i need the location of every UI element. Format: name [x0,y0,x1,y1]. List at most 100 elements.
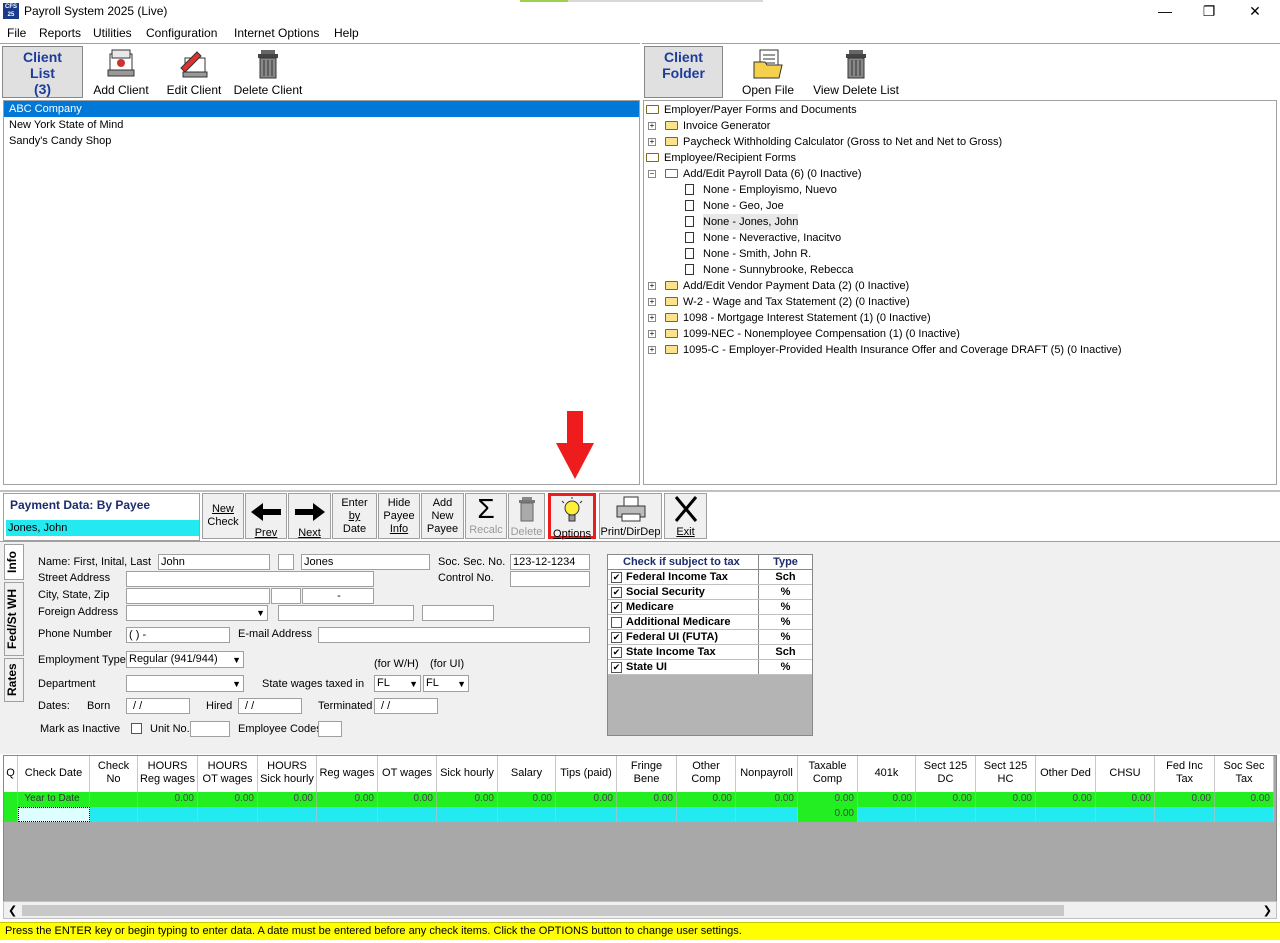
grid-column-header[interactable]: Salary [498,756,556,792]
minimize-button[interactable]: — [1142,0,1188,22]
new-row-cell[interactable] [858,807,916,822]
tree-item[interactable]: + W-2 - Wage and Tax Statement (2) (0 Ina… [644,294,1276,310]
expand-toggle-icon[interactable]: + [648,282,656,290]
new-row-cell[interactable] [736,807,798,822]
new-row-cell[interactable] [916,807,976,822]
tree-item[interactable]: + Paycheck Withholding Calculator (Gross … [644,134,1276,150]
hide-payee-info-button[interactable]: Hide Payee Info [378,493,420,539]
new-row-cell[interactable] [198,807,258,822]
tax-type[interactable]: % [758,615,812,629]
grid-column-header[interactable]: HOURS OT wages [198,756,258,792]
grid-column-header[interactable]: Nonpayroll [736,756,798,792]
new-row-cell[interactable] [1096,807,1155,822]
new-row-cell[interactable] [378,807,437,822]
new-row-cell[interactable] [1036,807,1096,822]
tab-rates[interactable]: Rates [4,658,24,702]
grid-column-header[interactable]: Tips (paid) [556,756,617,792]
tree-item[interactable]: Employer/Payer Forms and Documents [644,102,1276,118]
control-field[interactable] [510,571,590,587]
grid-column-header[interactable]: Other Comp [677,756,736,792]
delete-client-button[interactable]: Delete Client [231,48,305,98]
expand-toggle-icon[interactable]: + [648,346,656,354]
tax-checkbox[interactable]: ✔ [611,586,622,598]
menu-utilities[interactable]: Utilities [93,26,132,40]
new-row-cell[interactable] [4,807,18,822]
new-row-cell[interactable] [90,807,138,822]
grid-column-header[interactable]: Fringe Bene [617,756,677,792]
tax-checkbox[interactable] [611,616,622,628]
splitter[interactable] [0,490,1280,492]
expand-toggle-icon[interactable]: − [648,170,656,178]
tax-type[interactable]: % [758,660,812,674]
expand-toggle-icon[interactable]: + [648,138,656,146]
tree-item[interactable]: + Add/Edit Vendor Payment Data (2) (0 Ina… [644,278,1276,294]
prev-button[interactable]: Prev [245,493,287,539]
tree-item[interactable]: +1099-NEC - Nonemployee Compensation (1)… [644,326,1276,342]
tax-checkbox[interactable]: ✔ [611,661,622,673]
tax-type[interactable]: % [758,630,812,644]
print-dirdep-button[interactable]: Print/DirDep [599,493,662,539]
tree-item[interactable]: None - Employismo, Nuevo [644,182,1276,198]
tree-item[interactable]: + Invoice Generator [644,118,1276,134]
grid-column-header[interactable]: OT wages [378,756,437,792]
grid-column-header[interactable]: HOURS Reg wages [138,756,198,792]
grid-column-header[interactable]: 401k [858,756,916,792]
unit-field[interactable] [190,721,230,737]
tax-type[interactable]: % [758,600,812,614]
new-row-cell[interactable] [498,807,556,822]
grid-column-header[interactable]: Fed Inc Tax [1155,756,1215,792]
new-row-cell[interactable] [677,807,736,822]
state-wh-select[interactable]: FL ▼ [374,675,421,692]
client-item-sandys[interactable]: Sandy's Candy Shop [4,133,639,149]
foreign-field-3[interactable] [422,605,494,621]
client-item-nysom[interactable]: New York State of Mind [4,117,639,133]
client-folder-button[interactable]: Client Folder [644,46,723,98]
edit-client-button[interactable]: Edit Client [160,48,228,98]
foreign-field-2[interactable] [278,605,414,621]
ssn-field[interactable]: 123-12-1234 [510,554,590,570]
restore-button[interactable]: ❐ [1186,0,1232,22]
new-check-button[interactable]: New Check [202,493,244,539]
state-field[interactable] [271,588,301,604]
grid-column-header[interactable]: Sect 125 DC [916,756,976,792]
scroll-right-icon[interactable]: ❯ [1263,904,1272,917]
new-row-cell[interactable] [18,807,90,822]
expand-toggle-icon[interactable]: + [648,298,656,306]
scrollbar-thumb[interactable] [22,905,1064,916]
menu-internet-options[interactable]: Internet Options [234,26,319,40]
grid-column-header[interactable]: Q [4,756,18,792]
tree-item[interactable]: None - Neveractive, Inacitvo [644,230,1276,246]
grid-column-header[interactable]: Other Ded [1036,756,1096,792]
new-row-cell[interactable] [258,807,317,822]
first-name-field[interactable]: John [158,554,270,570]
menu-file[interactable]: File [7,26,26,40]
tree-item[interactable]: None - Jones, John [644,214,1276,230]
scroll-left-icon[interactable]: ❮ [8,904,17,917]
horizontal-scrollbar[interactable]: ❮ ❯ [3,901,1277,919]
employment-type-select[interactable]: Regular (941/944) ▼ [126,651,244,668]
payee-name-field[interactable]: Jones, John [6,520,199,536]
tree-item[interactable]: None - Geo, Joe [644,198,1276,214]
new-row-cell[interactable]: 0.00 [798,807,858,822]
phone-field[interactable]: ( ) - [126,627,230,643]
next-button[interactable]: Next [288,493,331,539]
grid-column-header[interactable]: Sect 125 HC [976,756,1036,792]
grid-column-header[interactable]: HOURS Sick hourly [258,756,317,792]
grid-column-header[interactable]: Reg wages [317,756,378,792]
last-name-field[interactable]: Jones [301,554,430,570]
menu-configuration[interactable]: Configuration [146,26,217,40]
born-date-field[interactable]: / / [126,698,190,714]
street-field[interactable] [126,571,374,587]
grid-column-header[interactable]: Check No [90,756,138,792]
department-select[interactable]: ▼ [126,675,244,692]
menu-help[interactable]: Help [334,26,359,40]
new-row-cell[interactable] [437,807,498,822]
add-client-button[interactable]: Add Client [88,48,154,98]
add-new-payee-button[interactable]: Add New Payee [421,493,464,539]
client-list-button[interactable]: Client List (3) [2,46,83,98]
foreign-country-select[interactable]: ▼ [126,605,268,621]
view-delete-list-button[interactable]: View Delete List [810,48,902,98]
inactive-checkbox[interactable] [131,723,142,734]
grid-column-header[interactable]: CHSU [1096,756,1155,792]
expand-toggle-icon[interactable]: + [648,314,656,322]
